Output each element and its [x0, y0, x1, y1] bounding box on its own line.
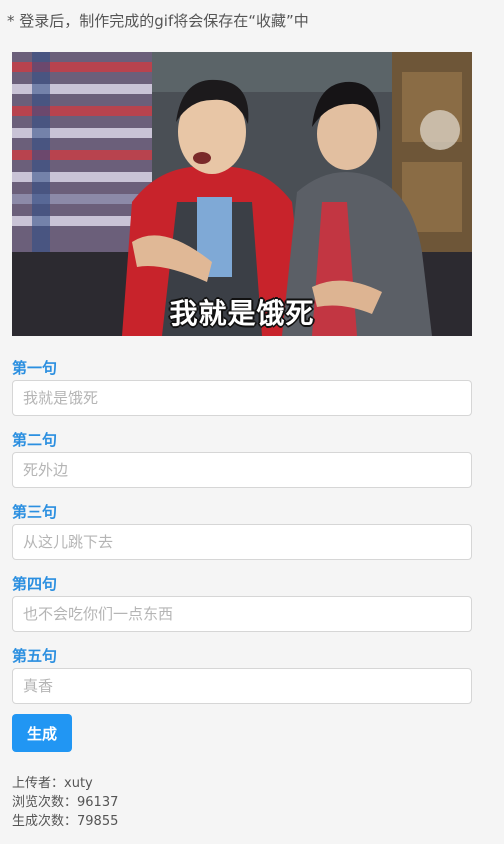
- gif-preview: 我就是饿死: [12, 52, 472, 336]
- generated-count: 79855: [77, 814, 119, 829]
- caption-input-1[interactable]: [12, 380, 472, 416]
- generate-button[interactable]: 生成: [12, 714, 72, 752]
- uploader-label: 上传者：: [12, 776, 65, 791]
- gif-subtitle: 我就是饿死: [169, 297, 315, 330]
- page: * 登录后，制作完成的gif将会保存在“收藏”中 我就是饿死 第一句 我就是饿死…: [0, 0, 504, 844]
- caption-input-5[interactable]: [12, 668, 472, 704]
- caption-input-2[interactable]: [12, 452, 472, 488]
- uploader-name: xuty: [64, 776, 93, 791]
- field-label-3: 第三句: [12, 503, 58, 521]
- gif-stats: 上传者：xuty 浏览次数：96137 生成次数：79855: [12, 774, 118, 831]
- views-count: 96137: [77, 795, 119, 810]
- field-label-2: 第二句: [12, 431, 58, 449]
- caption-input-3[interactable]: [12, 524, 472, 560]
- views-row: 浏览次数：96137: [12, 793, 118, 812]
- generated-label: 生成次数：: [12, 814, 78, 829]
- login-notice: * 登录后，制作完成的gif将会保存在“收藏”中: [7, 12, 309, 30]
- caption-input-4[interactable]: [12, 596, 472, 632]
- caption-form: 第一句 第二句 第三句 第四句 第五句: [12, 356, 472, 716]
- uploader-row: 上传者：xuty: [12, 774, 118, 793]
- field-label-5: 第五句: [12, 647, 58, 665]
- views-label: 浏览次数：: [12, 795, 78, 810]
- field-label-4: 第四句: [12, 575, 58, 593]
- field-label-1: 第一句: [12, 359, 58, 377]
- generated-row: 生成次数：79855: [12, 812, 118, 831]
